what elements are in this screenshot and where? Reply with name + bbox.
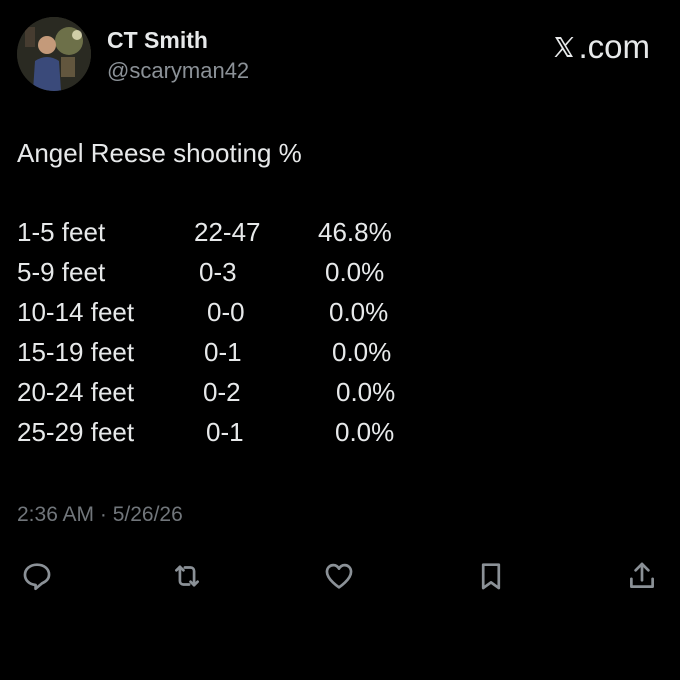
stat-percentage: 0.0% (336, 377, 396, 407)
stat-percentage: 0.0% (325, 257, 385, 287)
brand-logo: .com (552, 28, 650, 66)
author-handle[interactable]: @scaryman42 (107, 58, 249, 84)
author-display-name[interactable]: CT Smith (107, 27, 208, 54)
avatar[interactable] (17, 17, 91, 91)
stat-made-attempted: 22-47 (194, 217, 261, 247)
like-button[interactable] (320, 557, 358, 595)
tweet-text: Angel Reese shooting % (17, 138, 302, 168)
stat-percentage: 0.0% (335, 417, 395, 447)
bookmark-icon (481, 563, 501, 590)
reply-icon (23, 563, 51, 591)
brand-label: .com (578, 28, 650, 65)
repost-icon (175, 565, 199, 587)
bookmark-button[interactable] (472, 557, 510, 595)
stat-range: 20-24 feet (17, 377, 135, 407)
stat-range: 1-5 feet (17, 217, 106, 247)
reply-button[interactable] (18, 557, 56, 595)
stat-made-attempted: 0-2 (203, 377, 241, 407)
share-button[interactable] (623, 557, 661, 595)
stat-made-attempted: 0-0 (207, 297, 245, 327)
x-logo-icon (554, 37, 574, 57)
stat-percentage: 0.0% (329, 297, 389, 327)
stat-made-attempted: 0-1 (206, 417, 244, 447)
stat-range: 15-19 feet (17, 337, 135, 367)
tweet-timestamp[interactable]: 2:36 AM · 5/26/26 (17, 503, 183, 527)
stat-percentage: 46.8% (318, 217, 392, 247)
stat-made-attempted: 0-3 (199, 257, 237, 287)
heart-icon (325, 563, 353, 589)
avatar-image (17, 17, 91, 91)
repost-button[interactable] (168, 557, 206, 595)
stat-percentage: 0.0% (332, 337, 392, 367)
stat-made-attempted: 0-1 (204, 337, 242, 367)
stat-range: 5-9 feet (17, 257, 106, 287)
stat-range: 25-29 feet (17, 417, 135, 447)
stat-range: 10-14 feet (17, 297, 135, 327)
share-icon (630, 562, 654, 588)
